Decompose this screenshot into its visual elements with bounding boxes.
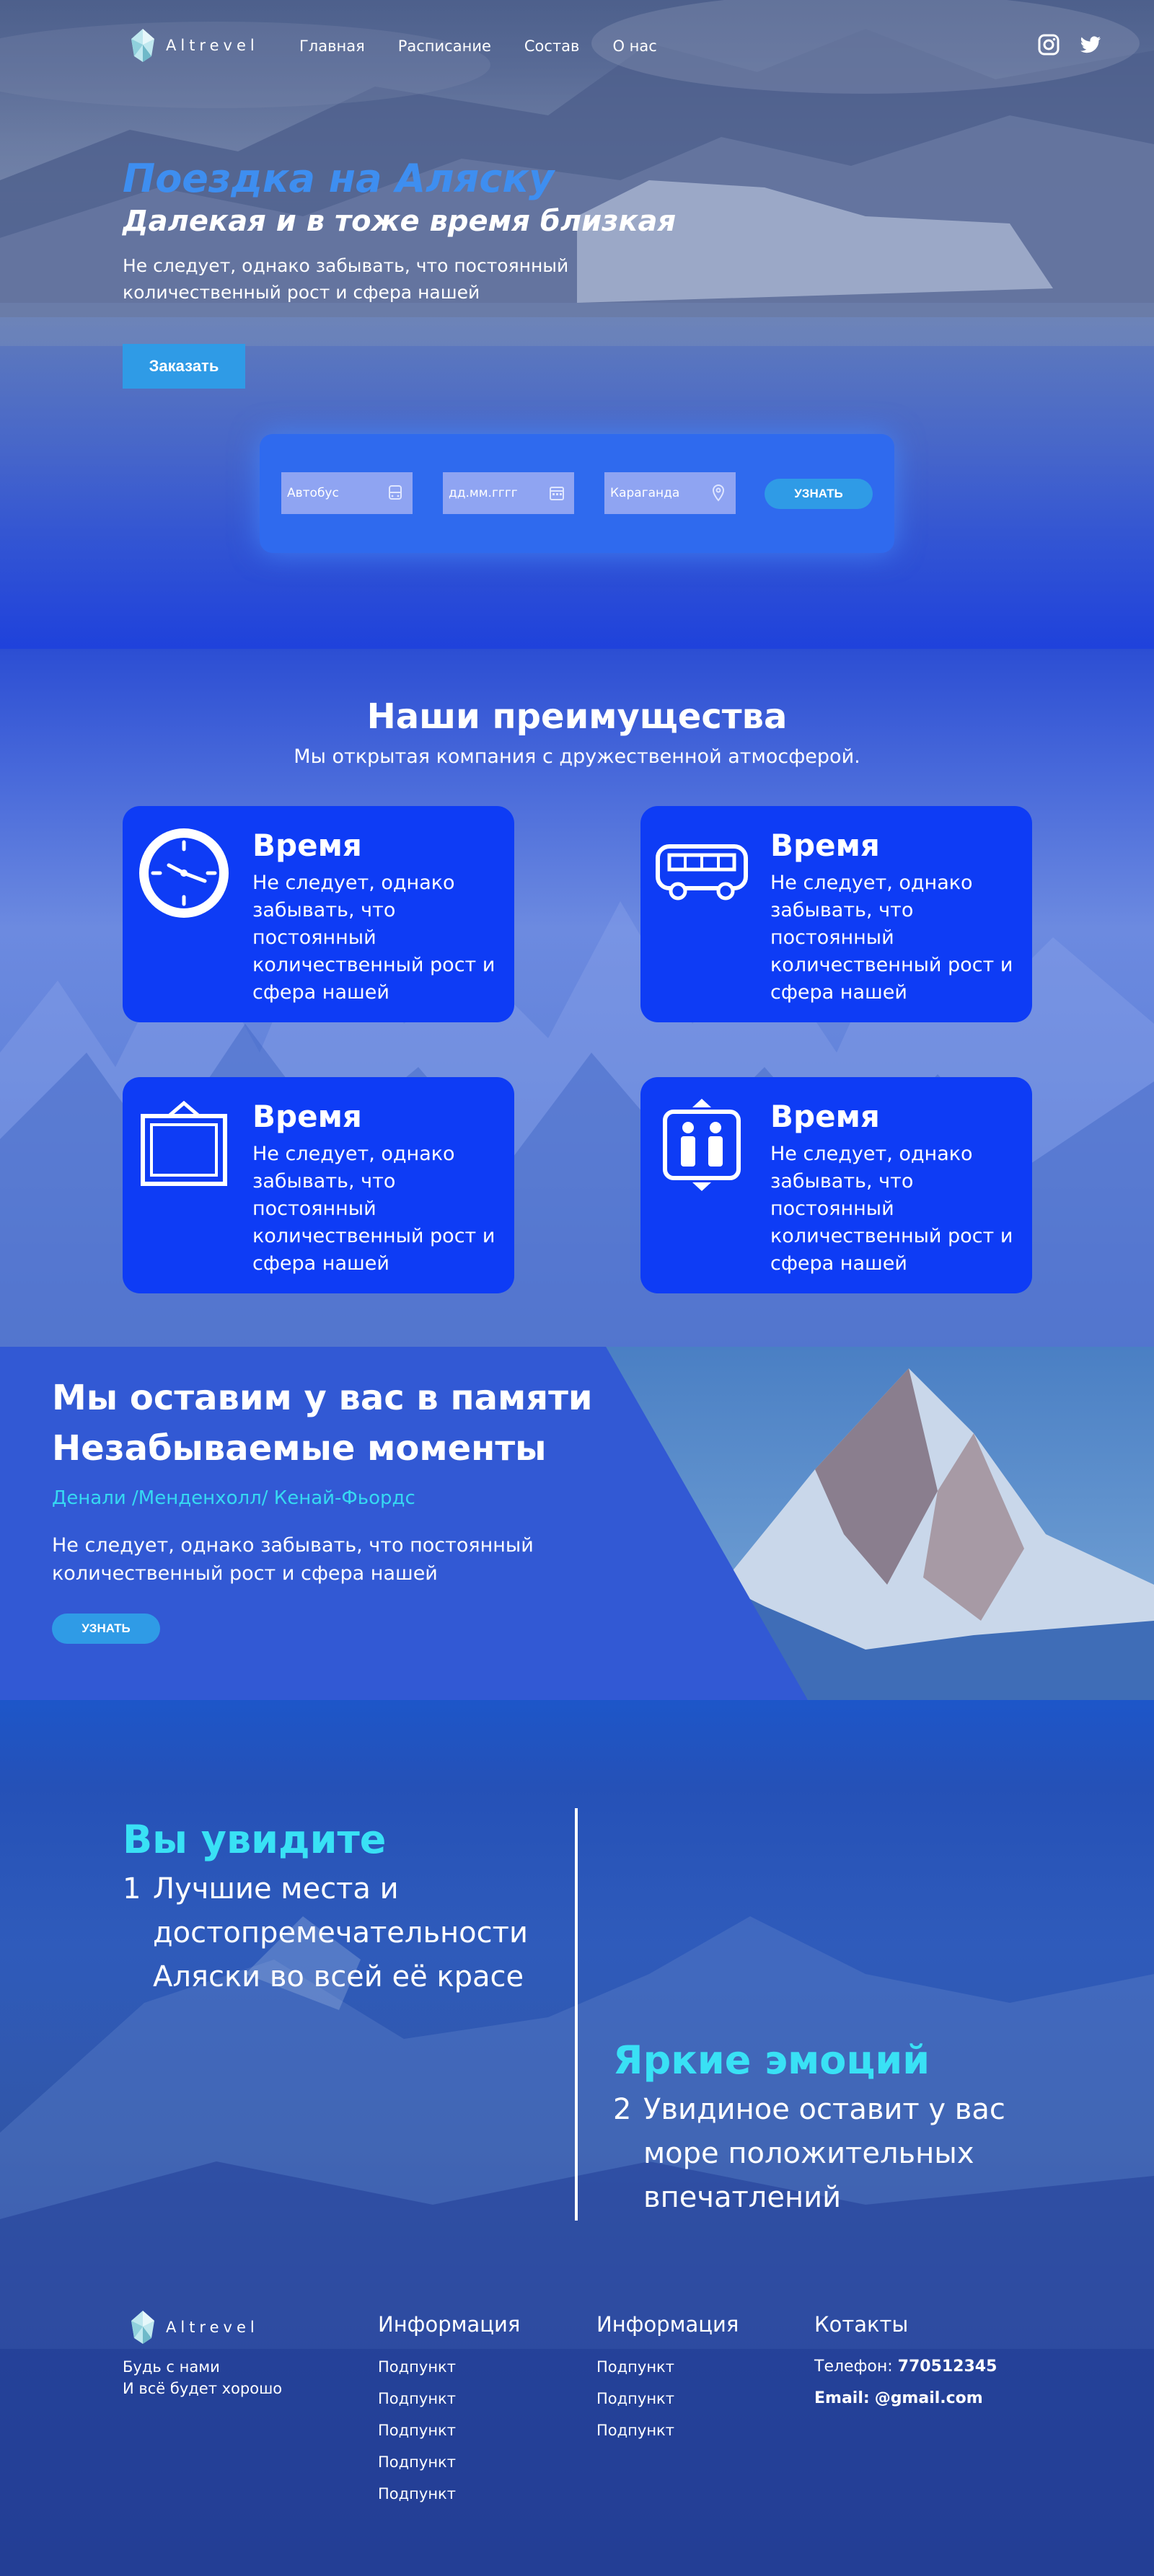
search-panel: Автобус дд.мм.гггг Караганда УЗНАТЬ [260, 434, 894, 553]
phone-value[interactable]: 770512345 [898, 2358, 997, 2376]
page: Altrevel Главная Расписание Состав О нас [0, 0, 1154, 2576]
nav-item-about[interactable]: О нас [612, 37, 656, 55]
footer-link[interactable]: Подпункт [378, 2383, 520, 2415]
footer-tagline-line1: Будь с нами [123, 2358, 220, 2376]
nav-item-schedule[interactable]: Расписание [398, 37, 491, 55]
see-item-text: Увидиное оставит у вас море положительны… [643, 2093, 1005, 2214]
main-nav: Главная Расписание Состав О нас [299, 37, 657, 55]
advantage-card-title: Время [770, 828, 880, 863]
advantage-card: Время Не следует, однако забывать, что п… [640, 806, 1032, 1022]
hero-title: Поездка на Аляску [123, 156, 555, 201]
hero-description: Не следует, однако забывать, что постоян… [123, 255, 569, 303]
elevator-icon [663, 1099, 741, 1191]
see-item-number: 2 [613, 2093, 632, 2126]
search-learn-button[interactable]: УЗНАТЬ [765, 479, 873, 509]
transport-placeholder: Автобус [287, 486, 339, 500]
see-heading-left: Вы увидите [123, 1817, 387, 1862]
see-item-number: 1 [123, 1872, 141, 1906]
location-pin-icon [712, 484, 725, 502]
crystal-logo-icon [131, 2311, 154, 2344]
footer-tagline-line2: И всё будет хорошо [123, 2380, 283, 2397]
advantage-card-text: Не следует, однако забывать, что постоян… [252, 1143, 495, 1275]
memories-title-line2: Незабываемые моменты [52, 1428, 547, 1469]
footer-tagline: Будь с нами И всё будет хорошо [123, 2356, 282, 2399]
brand-name: Altrevel [166, 37, 259, 54]
see-heading-right: Яркие эмоций [613, 2037, 930, 2083]
nav-item-home[interactable]: Главная [299, 37, 365, 55]
advantage-card: Время Не следует, однако забывать, что п… [123, 806, 514, 1022]
phone-label: Телефон: [814, 2358, 893, 2376]
social-links [1037, 33, 1102, 56]
advantage-card-text: Не следует, однако забывать, что постоян… [252, 872, 495, 1004]
divider-line [575, 1808, 578, 2221]
city-placeholder: Караганда [610, 486, 680, 500]
memories-learn-button[interactable]: УЗНАТЬ [52, 1614, 160, 1644]
footer-phone: Телефон: 770512345 [814, 2351, 997, 2383]
hero-text-block: Поездка на Аляску Далекая и в тоже время… [123, 157, 772, 306]
advantage-card-text: Не следует, однако забывать, что постоян… [770, 872, 1013, 1004]
transport-field[interactable]: Автобус [281, 472, 413, 514]
see-item-right: 2 Увидиное оставит у вас море положитель… [613, 2088, 1033, 2220]
email-label: Email: [814, 2389, 870, 2407]
nav-item-team[interactable]: Состав [524, 37, 580, 55]
top-navigation: Altrevel Главная Расписание Состав О нас [0, 0, 1154, 94]
footer-contacts-heading: Котакты [814, 2312, 909, 2337]
footer-link[interactable]: Подпункт [596, 2415, 739, 2446]
see-item-left: 1 Лучшие места и достопремечательности А… [123, 1867, 542, 1999]
date-placeholder: дд.мм.гггг [449, 486, 518, 500]
footer-link[interactable]: Подпункт [378, 2415, 520, 2446]
footer-column-heading: Информация [596, 2312, 739, 2337]
footer-column-contacts: Котакты Телефон: 770512345 Email: @gmail… [814, 2312, 997, 2415]
memories-title-line1: Мы оставим у вас в памяти [52, 1378, 593, 1418]
clock-icon [139, 828, 229, 918]
instagram-icon[interactable] [1037, 33, 1060, 56]
advantages-subtitle: Мы открытая компания с дружественной атм… [294, 745, 860, 768]
city-field[interactable]: Караганда [604, 472, 736, 514]
footer-column-heading: Информация [378, 2312, 521, 2337]
twitter-icon[interactable] [1079, 33, 1102, 56]
footer-brand-name: Altrevel [166, 2319, 259, 2336]
advantage-card-title: Время [252, 828, 362, 863]
email-value[interactable]: @gmail.com [875, 2389, 983, 2407]
advantages-title: Наши преимущества [366, 696, 788, 737]
bus-small-icon [389, 485, 402, 500]
advantage-card: Время Не следует, однако забывать, что п… [123, 1077, 514, 1293]
memories-description: Не следует, однако забывать, что постоян… [52, 1534, 534, 1585]
footer-link[interactable]: Подпункт [378, 2478, 520, 2510]
date-field[interactable]: дд.мм.гггг [443, 472, 574, 514]
hero-section: Altrevel Главная Расписание Состав О нас [0, 0, 1154, 649]
brand-logo[interactable]: Altrevel [128, 27, 259, 63]
memories-destinations[interactable]: Денали /Менденхолл/ Кенай-Фьордс [52, 1487, 415, 1509]
footer-logo[interactable]: Altrevel [128, 2309, 259, 2345]
footer-link[interactable]: Подпункт [378, 2446, 520, 2478]
advantage-card-title: Время [252, 1099, 362, 1134]
footer-link[interactable]: Подпункт [378, 2351, 520, 2383]
footer-link[interactable]: Подпункт [596, 2383, 739, 2415]
memories-section: Мы оставим у вас в памяти Незабываемые м… [0, 1347, 1154, 1700]
bus-icon [656, 844, 748, 900]
footer-column-info-2: Информация Подпункт Подпункт Подпункт [596, 2312, 739, 2446]
see-item-text: Лучшие места и достопремечательности Аля… [153, 1872, 528, 1993]
advantage-card-title: Время [770, 1099, 880, 1134]
memories-title: Мы оставим у вас в памяти Незабываемые м… [52, 1373, 593, 1474]
calendar-icon [550, 487, 564, 500]
footer-column-info-1: Информация Подпункт Подпункт Подпункт По… [378, 2312, 520, 2510]
crystal-logo-icon [131, 29, 154, 62]
picture-frame-icon [141, 1100, 227, 1186]
advantages-section: Наши преимущества Мы открытая компания с… [0, 649, 1154, 1347]
footer: Altrevel Будь с нами И всё будет хорошо … [0, 2282, 1154, 2576]
advantage-card: Время Не следует, однако забывать, что п… [640, 1077, 1032, 1293]
footer-email: Email: @gmail.com [814, 2383, 997, 2415]
hero-subtitle: Далекая и в тоже время близкая [123, 205, 677, 239]
footer-link[interactable]: Подпункт [596, 2351, 739, 2383]
order-button[interactable]: Заказать [123, 344, 245, 389]
advantage-card-text: Не следует, однако забывать, что постоян… [770, 1143, 1013, 1275]
